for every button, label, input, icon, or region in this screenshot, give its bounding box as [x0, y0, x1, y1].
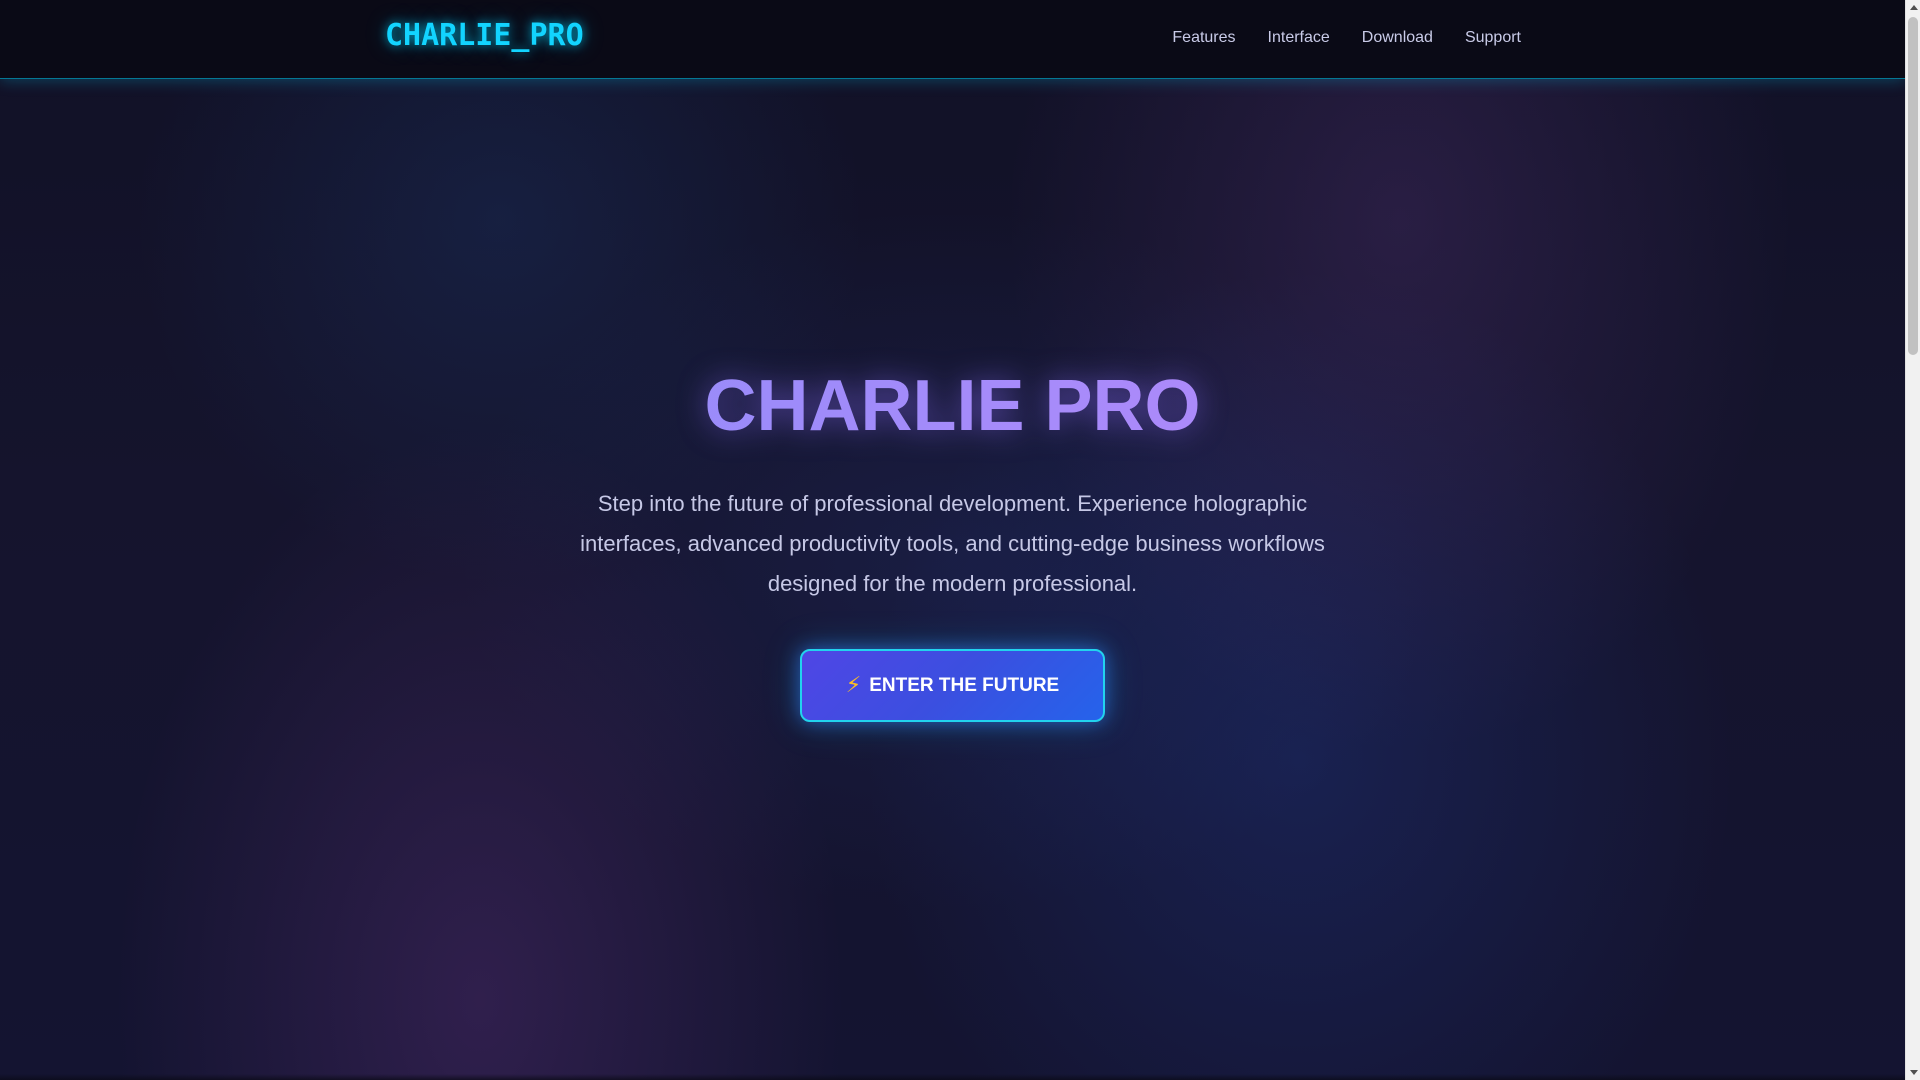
page: CHARLIE_PRO Features Interface Download … — [0, 0, 1920, 1080]
scroll-down-arrow-icon[interactable] — [1906, 1065, 1920, 1080]
cta-label: ENTER THE FUTURE — [869, 674, 1060, 696]
nav-link-interface[interactable]: Interface — [1268, 28, 1330, 48]
enter-the-future-button[interactable]: ⚡ ENTER THE FUTURE — [800, 649, 1105, 722]
section-bottom-edge — [0, 1074, 1905, 1080]
hero-title: CHARLIE PRO — [0, 364, 1905, 448]
lightning-bolt-icon: ⚡ — [845, 672, 862, 698]
nav-link-support[interactable]: Support — [1465, 28, 1521, 48]
scrollbar-thumb[interactable] — [1908, 17, 1918, 355]
top-navbar: CHARLIE_PRO Features Interface Download … — [0, 0, 1905, 79]
vertical-scrollbar[interactable] — [1905, 0, 1920, 1080]
nav-link-download[interactable]: Download — [1362, 28, 1433, 48]
scroll-up-arrow-icon[interactable] — [1906, 0, 1920, 15]
hero-section: CHARLIE PRO Step into the future of prof… — [0, 78, 1905, 1080]
main-nav: Features Interface Download Support — [1172, 28, 1521, 48]
nav-link-features[interactable]: Features — [1172, 28, 1235, 48]
hero-subtitle: Step into the future of professional dev… — [580, 491, 1325, 596]
site-logo[interactable]: CHARLIE_PRO — [385, 18, 584, 53]
